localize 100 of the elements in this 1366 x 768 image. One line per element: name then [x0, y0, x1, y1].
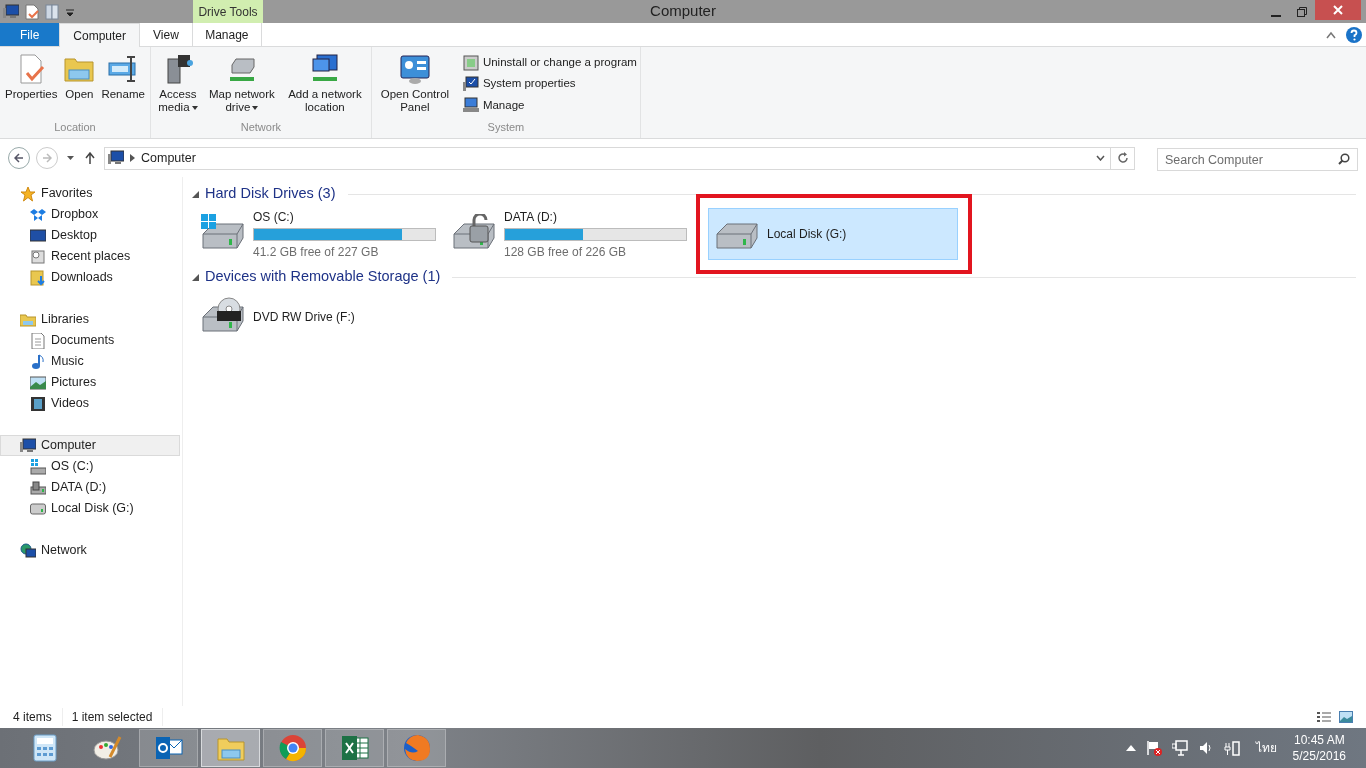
control-panel-icon: [398, 53, 431, 85]
document-check-icon: [25, 3, 39, 20]
group-label: Network: [239, 119, 283, 135]
file-tab[interactable]: File: [0, 23, 60, 46]
navigation-item[interactable]: Local Disk (G:): [0, 498, 180, 519]
ribbon-button[interactable]: Add a network location: [281, 53, 368, 114]
group-label: System: [486, 119, 526, 135]
collapse-ribbon-icon: [1326, 30, 1336, 39]
panes-icon: [45, 3, 59, 20]
free-space-label: 41.2 GB free of 227 GB: [253, 243, 380, 261]
navigation-item[interactable]: Favorites: [0, 183, 180, 204]
navigation-item[interactable]: Computer: [0, 435, 180, 456]
picture-icon: [1339, 711, 1353, 723]
browser-icon: [277, 733, 308, 763]
navigation-item[interactable]: Pictures: [0, 372, 180, 393]
search-icon: [1338, 152, 1350, 165]
windows-drive-icon: [30, 458, 46, 475]
drive-name: DVD RW Drive (F:): [253, 309, 356, 326]
navigation-item[interactable]: Dropbox: [0, 204, 180, 225]
computer-icon: [3, 3, 19, 20]
address-field[interactable]: Computer: [104, 146, 1135, 170]
section-header: Devices with Removable Storage (1): [205, 267, 441, 287]
forward-arrow-icon: [42, 153, 52, 163]
language-indicator[interactable]: ไทย: [1249, 739, 1283, 757]
navigation-item[interactable]: Downloads: [0, 267, 180, 288]
close-icon: [1333, 5, 1343, 15]
ribbon-button[interactable]: Uninstall or change a program: [462, 54, 637, 72]
drive-name: OS (C:): [253, 208, 295, 226]
navigation-item[interactable]: DATA (D:): [0, 477, 180, 498]
details-view-icon: [1317, 711, 1331, 723]
clock-date[interactable]: 5/25/2016: [1292, 748, 1346, 764]
free-space-label: 128 GB free of 226 GB: [504, 243, 628, 261]
ribbon-tab[interactable]: Manage: [191, 23, 262, 46]
window-title: Computer: [650, 1, 716, 22]
spreadsheet-icon: [339, 733, 370, 763]
drive-name: Local Disk (G:): [767, 226, 848, 243]
navigation-item[interactable]: Documents: [0, 330, 180, 351]
music-note-icon: [30, 353, 46, 370]
monitor-check-icon: [462, 75, 479, 92]
section-header: Hard Disk Drives (3): [205, 184, 336, 204]
computer-manage-icon: [462, 97, 479, 114]
navigation-item[interactable]: Desktop: [0, 225, 180, 246]
details-view-button[interactable]: [1317, 711, 1331, 723]
navigation-item[interactable]: Libraries: [0, 309, 180, 330]
collapse-toggle[interactable]: [191, 190, 199, 198]
navigation-item[interactable]: OS (C:): [0, 456, 180, 477]
program-box-icon: [462, 54, 479, 71]
up-arrow-icon: [85, 152, 95, 164]
document-icon: [30, 332, 46, 349]
navigation-item[interactable]: Recent places: [0, 246, 180, 267]
minimize-icon: [1271, 14, 1281, 17]
box-icon: [30, 206, 46, 223]
network-icon: [1171, 740, 1188, 756]
clock-time[interactable]: 10:45 AM: [1293, 732, 1345, 748]
chevron-right-icon: [130, 154, 135, 162]
selection-count: 1 item selected: [62, 708, 164, 726]
download-folder-icon: [30, 269, 46, 286]
search-field[interactable]: Search Computer: [1157, 148, 1358, 171]
ribbon-button[interactable]: Open Control Panel: [374, 53, 455, 114]
folder-icon: [20, 311, 36, 328]
dropdown-chevron-icon: [1096, 155, 1105, 161]
item-count: 4 items: [13, 708, 63, 726]
ribbon-tab[interactable]: View: [140, 23, 192, 46]
drive-tile[interactable]: DATA (D:) 128 GB free of 226 GB: [445, 208, 688, 260]
drive-name: DATA (D:): [504, 208, 558, 226]
restore-icon: [1297, 6, 1307, 17]
drive-tile[interactable]: Local Disk (G:): [708, 208, 958, 260]
battery-plug-icon: [1223, 740, 1240, 756]
film-icon: [30, 395, 46, 412]
triangle-down-icon: [191, 273, 199, 281]
large-icons-view-button[interactable]: [1339, 711, 1353, 723]
drive-tile[interactable]: OS (C:) 41.2 GB free of 227 GB: [194, 208, 437, 260]
navigation-item[interactable]: Network: [0, 540, 180, 561]
help-icon: [1346, 26, 1362, 43]
flag-error-icon: [1145, 740, 1162, 756]
dropdown-caret-icon: [66, 156, 74, 160]
up-arrow-icon: [1125, 745, 1136, 751]
breadcrumb[interactable]: Computer: [141, 148, 196, 168]
close-button[interactable]: [1315, 0, 1361, 20]
ribbon-button[interactable]: Open: [61, 53, 98, 101]
drive-icon: [30, 500, 46, 517]
ribbon-button[interactable]: Map network drive: [203, 53, 280, 114]
ribbon-button[interactable]: Access media: [153, 53, 202, 114]
collapse-toggle[interactable]: [191, 273, 199, 281]
back-arrow-icon: [14, 153, 24, 163]
navigation-item[interactable]: Music: [0, 351, 180, 372]
star-icon: [20, 185, 36, 202]
picture-icon: [30, 374, 46, 391]
navigation-item[interactable]: Videos: [0, 393, 180, 414]
ribbon-button[interactable]: Rename: [99, 53, 147, 101]
ribbon-button[interactable]: Properties: [3, 53, 60, 101]
computer-icon: [20, 437, 36, 454]
ribbon-button[interactable]: Manage: [462, 96, 637, 114]
speaker-icon: [1197, 740, 1214, 756]
ribbon-tab[interactable]: Computer: [59, 23, 141, 47]
drive-tile[interactable]: DVD RW Drive (F:): [194, 291, 437, 343]
triangle-down-icon: [191, 190, 199, 198]
ribbon-button[interactable]: System properties: [462, 75, 637, 93]
contextual-tab-group-label: Drive Tools: [193, 0, 263, 23]
group-label: Location: [53, 119, 97, 135]
